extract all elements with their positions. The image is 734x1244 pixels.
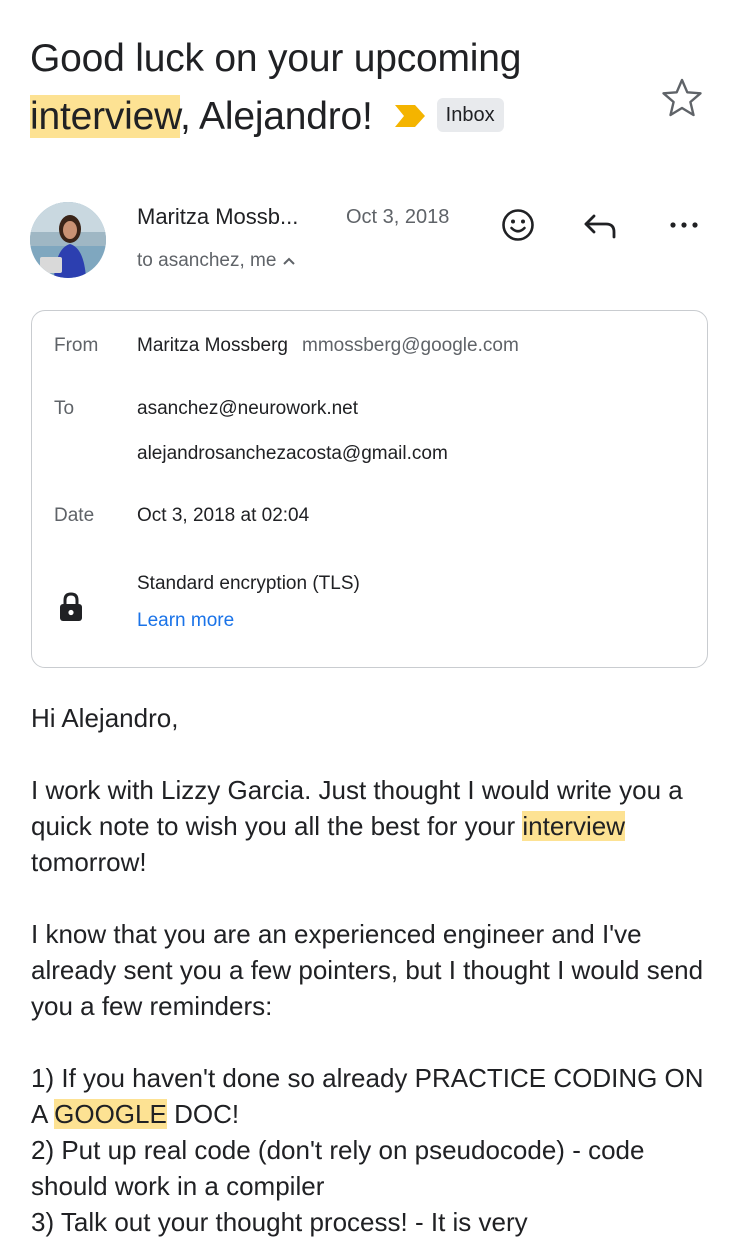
star-outline-icon[interactable] — [660, 76, 704, 120]
recipients-toggle[interactable]: to asanchez, me — [137, 250, 296, 272]
to-email-1[interactable]: asanchez@neurowork.net — [137, 398, 358, 420]
list-item-1-end: DOC! — [166, 1099, 240, 1129]
more-icon[interactable] — [664, 205, 704, 245]
email-subject: Good luck on your upcoming interview, Al… — [30, 30, 650, 146]
learn-more-link[interactable]: Learn more — [137, 610, 234, 632]
paragraph-2: I know that you are an experienced engin… — [31, 919, 704, 1021]
message-body: Hi Alejandro, I work with Lizzy Garcia. … — [31, 700, 711, 1240]
date-label: Date — [54, 505, 95, 526]
list-item-1-highlight: GOOGLE — [54, 1099, 167, 1129]
sender-date: Oct 3, 2018 — [346, 206, 450, 228]
importance-marker-icon[interactable] — [393, 103, 427, 129]
paragraph-1: I work with Lizzy Garcia. Just thought I… — [31, 772, 711, 880]
list-item-1: 1) If you haven't done so already PRACTI… — [31, 1060, 711, 1132]
subject-text-end: , Alejandro! — [179, 95, 373, 138]
to-email-2[interactable]: alejandrosanchezacosta@gmail.com — [137, 443, 448, 465]
from-name: Maritza Mossberg — [137, 335, 288, 356]
encryption-text: Standard encryption (TLS) — [137, 573, 360, 594]
message-details-card: From Maritza Mossberg mmossberg@google.co… — [31, 310, 708, 668]
recipients-text: to asanchez, me — [137, 250, 277, 271]
from-label: From — [54, 335, 99, 356]
from-email[interactable]: mmossberg@google.com — [302, 335, 519, 356]
chevron-up-icon — [283, 257, 296, 265]
greeting: Hi Alejandro, — [31, 703, 179, 733]
to-label: To — [54, 398, 75, 419]
inbox-label[interactable]: Inbox — [436, 97, 504, 132]
date-value: Oct 3, 2018 at 02:04 — [137, 505, 310, 526]
paragraph-1-highlight: interview — [522, 811, 625, 841]
smiley-icon[interactable] — [498, 205, 538, 245]
reply-icon[interactable] — [580, 205, 620, 245]
lock-icon — [60, 592, 82, 621]
list-item-2: 2) Put up real code (don't rely on pseud… — [31, 1135, 645, 1201]
paragraph-1-text-end: tomorrow! — [31, 847, 147, 877]
from-row: Maritza Mossberg mmossberg@google.com — [137, 335, 519, 357]
sender-avatar[interactable] — [30, 202, 106, 278]
sender-name[interactable]: Maritza Mossb... — [137, 204, 298, 230]
subject-highlight: interview — [30, 95, 180, 138]
subject-text-start: Good luck on your upcoming — [30, 37, 522, 80]
list-item-3: 3) Talk out your thought process! - It i… — [31, 1207, 528, 1237]
